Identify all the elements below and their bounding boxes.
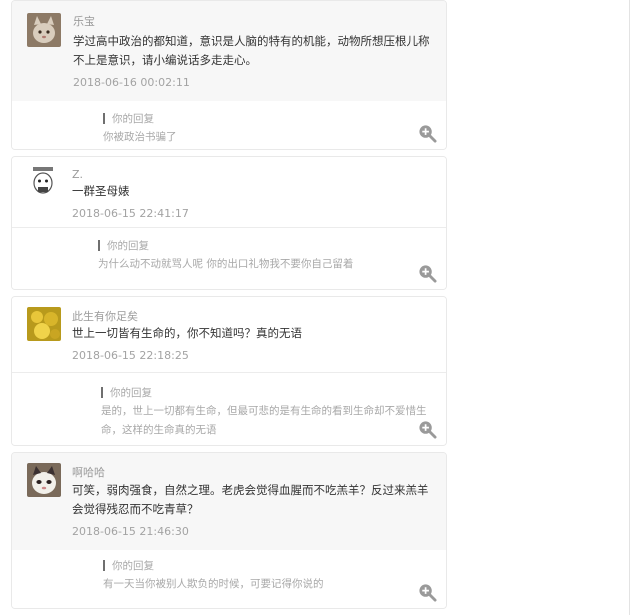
- reply-label: 你的回复: [112, 560, 154, 572]
- reply-quote-bar: [101, 387, 103, 398]
- comment-body: 啊哈哈 可笑，弱肉强食，自然之理。老虎会觉得血腥而不吃羔羊？反过来羔羊会觉得残忍…: [12, 453, 446, 550]
- comment-timestamp: 2018-06-15 22:41:17: [72, 207, 189, 220]
- reply-text: 你被政治书骗了: [103, 131, 177, 143]
- comment-body: Z. 一群圣母婊 2018-06-15 22:41:17: [12, 157, 446, 227]
- zoom-in-icon[interactable]: [418, 583, 437, 602]
- avatar[interactable]: [27, 307, 61, 341]
- reply-label: 你的回复: [107, 240, 149, 252]
- reply-quote-bar: [103, 560, 105, 571]
- comment-username[interactable]: 此生有你足矣: [72, 308, 138, 324]
- reply-label: 你的回复: [112, 113, 154, 125]
- comment-card: 啊哈哈 可笑，弱肉强食，自然之理。老虎会觉得血腥而不吃羔羊？反过来羔羊会觉得残忍…: [11, 452, 447, 609]
- reply-label: 你的回复: [110, 387, 152, 399]
- comment-text: 可笑，弱肉强食，自然之理。老虎会觉得血腥而不吃羔羊？反过来羔羊会觉得残忍而不吃青…: [72, 483, 429, 516]
- comment-timestamp: 2018-06-15 22:18:25: [72, 349, 189, 362]
- comment-card: Z. 一群圣母婊 2018-06-15 22:41:17 你的回复 为什么动不动…: [11, 156, 447, 290]
- comment-body: 此生有你足矣 世上一切皆有生命的，你不知道吗？真的无语 2018-06-15 2…: [12, 297, 446, 372]
- comment-body: 乐宝 学过高中政治的都知道，意识是人脑的特有的机能，动物所想压根儿称不上是意识，…: [12, 1, 446, 101]
- reply-text: 为什么动不动就骂人呢 你的出口礼物我不要你自己留着: [98, 258, 354, 270]
- avatar[interactable]: [27, 463, 61, 497]
- reply-box: 你的回复 为什么动不动就骂人呢 你的出口礼物我不要你自己留着: [12, 228, 446, 289]
- reply-box: 你的回复 是的，世上一切都有生命，但最可悲的是有生命的看到生命却不爱惜生命，这样…: [12, 373, 446, 445]
- zoom-in-icon[interactable]: [418, 420, 437, 439]
- comment-username[interactable]: 乐宝: [73, 13, 95, 29]
- comment-text: 世上一切皆有生命的，你不知道吗？真的无语: [72, 326, 302, 340]
- reply-quote-bar: [98, 240, 100, 251]
- reply-box: 你的回复 你被政治书骗了: [12, 101, 446, 149]
- avatar[interactable]: [27, 13, 61, 47]
- comment-timestamp: 2018-06-15 21:46:30: [72, 525, 189, 538]
- zoom-in-icon[interactable]: [418, 124, 437, 143]
- reply-text: 有一天当你被别人欺负的时候，可要记得你说的: [103, 578, 324, 590]
- zoom-in-icon[interactable]: [418, 264, 437, 283]
- comment-username[interactable]: 啊哈哈: [72, 464, 105, 480]
- page-right-border: [629, 0, 630, 615]
- comment-card: 乐宝 学过高中政治的都知道，意识是人脑的特有的机能，动物所想压根儿称不上是意识，…: [11, 0, 447, 150]
- reply-box: 你的回复 有一天当你被别人欺负的时候，可要记得你说的: [12, 550, 446, 608]
- comment-text: 学过高中政治的都知道，意识是人脑的特有的机能，动物所想压根儿称不上是意识，请小编…: [73, 34, 430, 67]
- comment-card: 此生有你足矣 世上一切皆有生命的，你不知道吗？真的无语 2018-06-15 2…: [11, 296, 447, 446]
- comment-timestamp: 2018-06-16 00:02:11: [73, 76, 190, 89]
- reply-text: 是的，世上一切都有生命，但最可悲的是有生命的看到生命却不爱惜生命，这样的生命真的…: [101, 405, 427, 436]
- reply-quote-bar: [103, 113, 105, 124]
- comment-username[interactable]: Z.: [72, 168, 83, 181]
- avatar[interactable]: [30, 165, 56, 197]
- comment-text: 一群圣母婊: [72, 184, 130, 198]
